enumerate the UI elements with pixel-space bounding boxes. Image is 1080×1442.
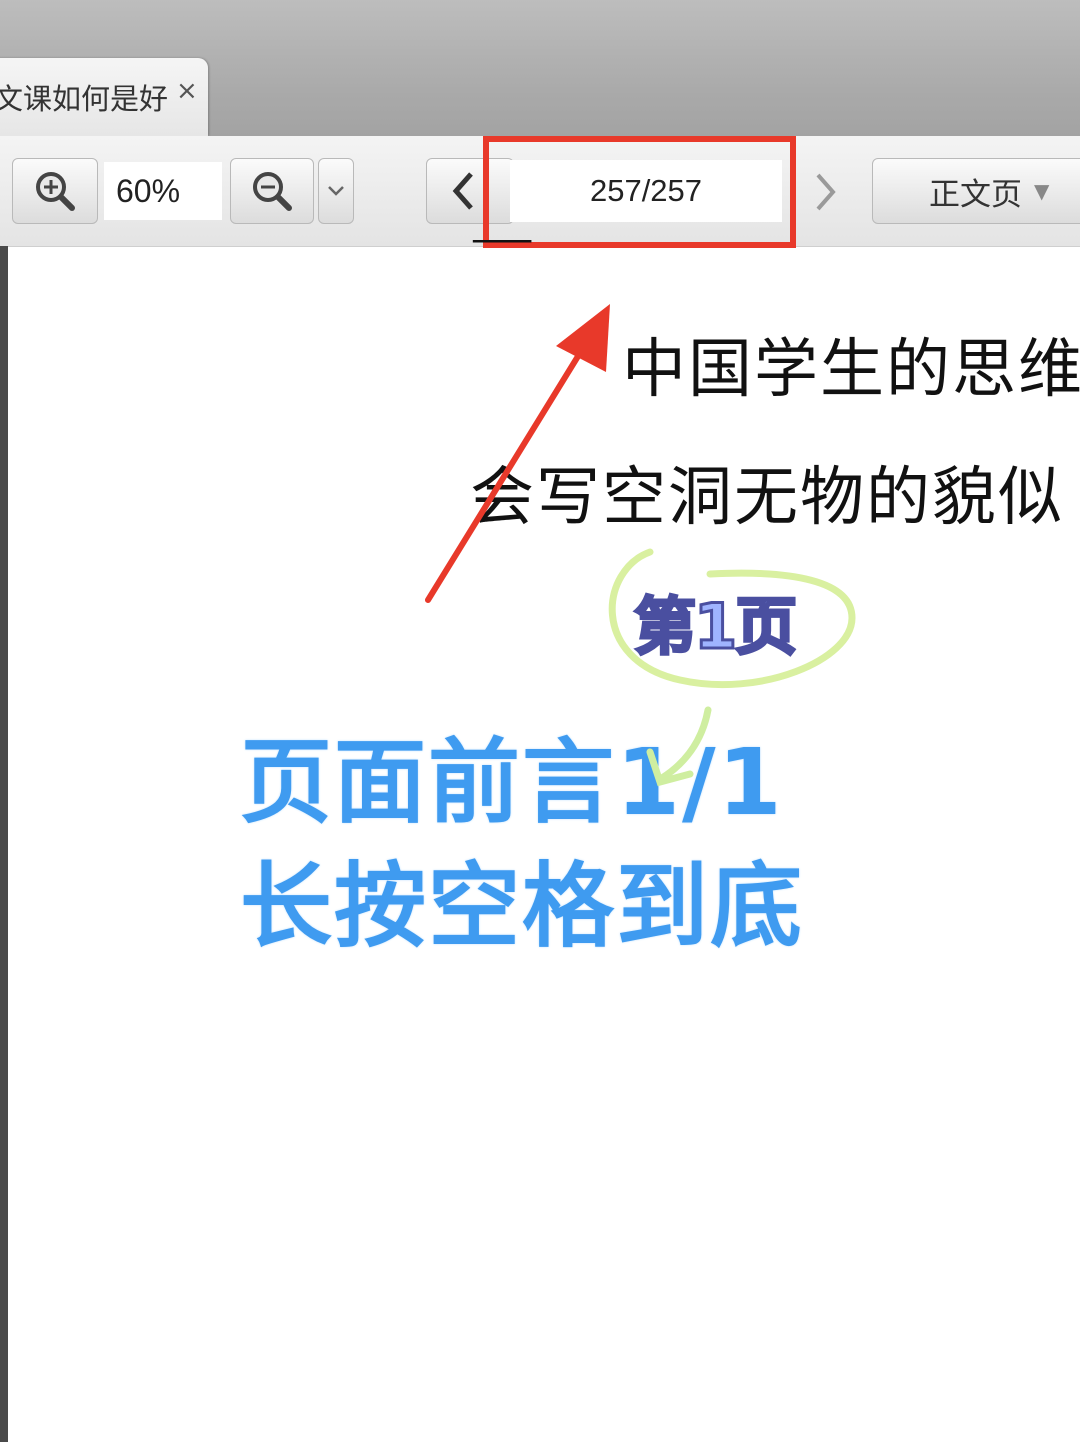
chevron-left-icon xyxy=(452,172,473,210)
sticker-label: 第1页 xyxy=(632,589,798,665)
zoom-level-field[interactable]: 60% xyxy=(104,162,222,220)
document-text-line: 中国学生的思维 xyxy=(622,333,1080,407)
chevron-down-icon xyxy=(328,186,344,196)
chevron-right-icon xyxy=(816,173,836,211)
page-left-edge xyxy=(0,246,8,1442)
close-tab-icon[interactable]: × xyxy=(176,76,198,106)
document-cut-line-text: 一 xyxy=(470,240,1080,262)
page-number-highlight xyxy=(483,136,796,248)
zoom-dropdown-button[interactable] xyxy=(318,158,354,224)
reader-window: 文课如何是好 × 60% 257/257 正文页 ▼ 中国学生的思维 会写空洞无… xyxy=(0,0,1080,1442)
page-sticker: 第1页 xyxy=(590,540,860,700)
section-dropdown-label: 正文页 xyxy=(929,176,1022,213)
caret-down-icon: ▼ xyxy=(1034,179,1050,203)
document-tab[interactable]: 文课如何是好 × xyxy=(0,58,208,136)
annotation-line: 页面前言1/1 xyxy=(240,729,784,836)
next-page-button[interactable] xyxy=(806,164,846,220)
document-cut-line: 一 xyxy=(470,240,1080,262)
document-tab-title: 文课如何是好 xyxy=(0,82,169,116)
document-text-line: 会写空洞无物的貌似 xyxy=(470,461,1064,535)
section-dropdown[interactable]: 正文页 ▼ xyxy=(872,158,1080,224)
zoom-out-icon xyxy=(253,172,292,211)
zoom-in-icon xyxy=(36,172,75,211)
tab-strip: 文课如何是好 × xyxy=(0,0,1080,136)
annotation-line: 长按空格到底 xyxy=(240,853,805,960)
zoom-out-button[interactable] xyxy=(230,158,314,224)
zoom-in-button[interactable] xyxy=(12,158,98,224)
